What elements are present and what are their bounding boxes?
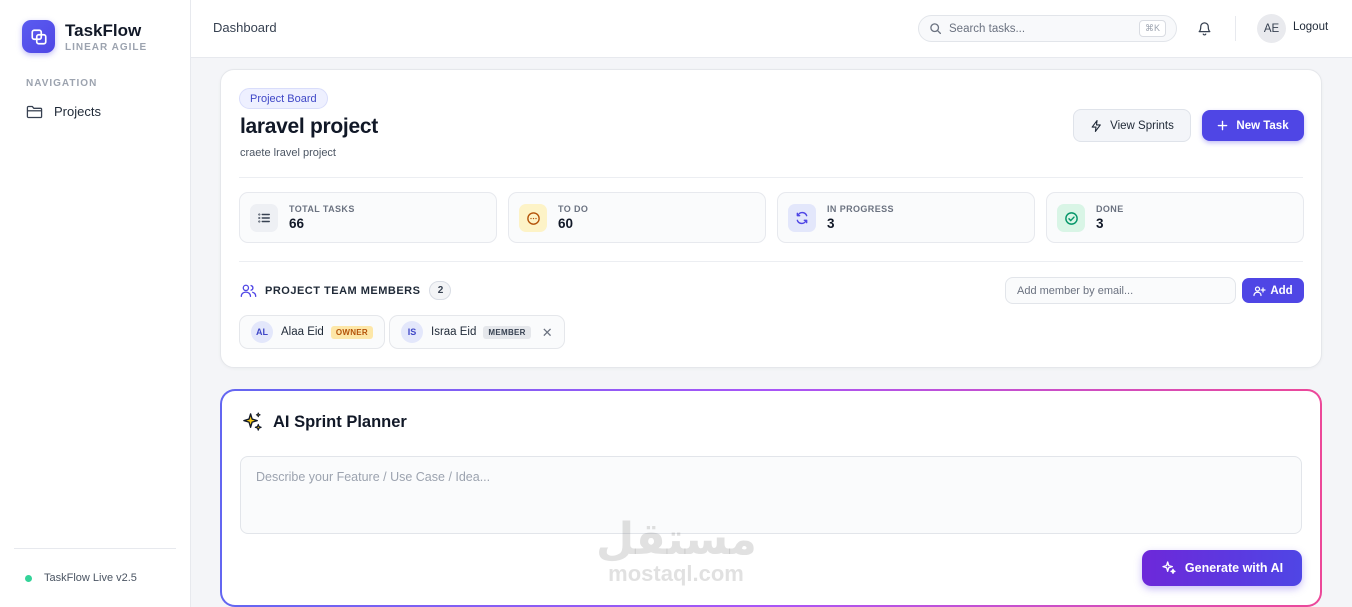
version-label: TaskFlow Live v2.5 [44, 572, 137, 584]
member-role-badge: MEMBER [483, 325, 531, 339]
generate-with-ai-button[interactable]: Generate with AI [1142, 550, 1302, 586]
team-member-chip[interactable]: IS Israa Eid MEMBER ✕ [389, 315, 565, 349]
stat-value: 60 [558, 216, 574, 231]
ai-title: AI Sprint Planner [273, 413, 407, 431]
stat-icon-wrap [519, 204, 547, 232]
project-board-badge: Project Board [239, 88, 328, 109]
list-icon [258, 213, 270, 223]
stat-to-do: TO DO 60 [508, 192, 766, 243]
stat-done: DONE 3 [1046, 192, 1304, 243]
section-divider [239, 261, 1303, 262]
member-avatar: AL [251, 321, 273, 343]
member-name: Alaa Eid [281, 326, 324, 338]
remove-member-close-icon[interactable]: ✕ [542, 326, 553, 339]
search-shortcut: ⌘K [1138, 20, 1166, 37]
clock-icon [526, 211, 540, 225]
folder-icon [26, 105, 43, 119]
stat-icon-wrap [788, 204, 816, 232]
topbar-divider [1235, 16, 1236, 41]
stat-icon-wrap [1057, 204, 1085, 232]
lightning-icon [1091, 119, 1101, 132]
stat-label: TOTAL TASKS [289, 204, 355, 214]
brand-name: TaskFlow [65, 20, 142, 40]
stat-label: IN PROGRESS [827, 204, 894, 214]
plus-icon [1218, 120, 1228, 131]
refresh-icon [796, 211, 808, 225]
team-header: PROJECT TEAM MEMBERS 2 [240, 281, 452, 300]
stat-value: 3 [827, 216, 835, 231]
users-icon [240, 284, 257, 298]
bell-icon [1198, 22, 1211, 36]
stat-total-tasks: TOTAL TASKS 66 [239, 192, 497, 243]
stat-value: 3 [1096, 216, 1104, 231]
stat-label: DONE [1096, 204, 1124, 214]
new-task-button[interactable]: New Task [1202, 110, 1304, 141]
notifications-button[interactable] [1197, 20, 1212, 42]
add-member-email-input[interactable] [1005, 277, 1236, 304]
check-circle-icon [1064, 211, 1078, 225]
nav-heading: NAVIGATION [26, 78, 98, 89]
sidebar-item-projects[interactable]: Projects [26, 104, 101, 119]
owner-role-badge: OWNER [330, 325, 374, 339]
new-task-label: New Task [1236, 119, 1289, 132]
view-sprints-label: View Sprints [1110, 119, 1174, 132]
sidebar-item-label: Projects [54, 104, 101, 119]
ai-sprint-planner-card: AI Sprint Planner Generate with AI [220, 389, 1322, 607]
live-status-dot-icon [25, 574, 32, 582]
stat-label: TO DO [558, 204, 589, 214]
project-card: Project Board laravel project craete lra… [220, 69, 1322, 368]
ai-header: AI Sprint Planner [241, 411, 407, 434]
page-title: laravel project [240, 115, 378, 138]
magic-sparkle-icon [1162, 561, 1176, 574]
search-icon [930, 23, 942, 35]
feature-idea-textarea[interactable] [240, 456, 1302, 534]
team-member-chip[interactable]: AL Alaa Eid OWNER [239, 315, 386, 349]
generate-label: Generate with AI [1184, 561, 1284, 575]
stat-value: 66 [289, 216, 305, 231]
user-avatar[interactable]: AE [1257, 14, 1286, 43]
brand[interactable]: TaskFlow LINEAR AGILE [22, 20, 147, 53]
stat-in-progress: IN PROGRESS 3 [777, 192, 1035, 243]
member-avatar: IS [401, 321, 423, 343]
sidebar-divider [14, 548, 176, 549]
search-input[interactable] [949, 22, 1129, 35]
version-status: TaskFlow Live v2.5 [25, 572, 137, 584]
breadcrumb[interactable]: Dashboard [213, 20, 277, 35]
add-member-label: Add [1270, 284, 1293, 297]
project-description: craete lravel project [240, 147, 336, 159]
logout-button[interactable]: Logout [1293, 21, 1328, 33]
team-title: PROJECT TEAM MEMBERS [265, 284, 421, 297]
team-count-badge: 2 [429, 281, 452, 300]
taskflow-logo-icon [22, 20, 55, 53]
add-member-button[interactable]: Add [1242, 278, 1304, 303]
sparkles-icon [243, 412, 262, 431]
sidebar: TaskFlow LINEAR AGILE NAVIGATION Project… [0, 0, 191, 607]
member-name: Israa Eid [431, 326, 477, 338]
search-box[interactable]: ⌘K [918, 15, 1177, 42]
topbar: Dashboard ⌘K AE Logout [191, 0, 1352, 58]
user-plus-icon [1253, 285, 1266, 296]
stat-icon-wrap [250, 204, 278, 232]
brand-subtitle: LINEAR AGILE [65, 41, 148, 53]
view-sprints-button[interactable]: View Sprints [1073, 109, 1191, 142]
section-divider [239, 177, 1303, 178]
